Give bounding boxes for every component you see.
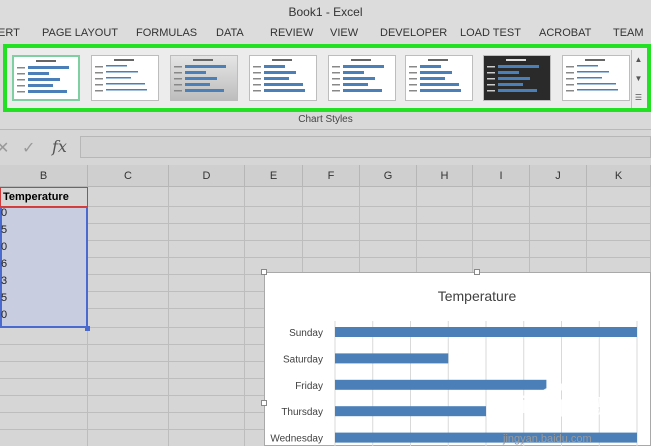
chart-style-preview-icon bbox=[566, 59, 618, 92]
chart-category-label: Saturday bbox=[283, 354, 323, 365]
tab-acrobat[interactable]: ACROBAT bbox=[539, 27, 591, 39]
column-header-k[interactable]: K bbox=[587, 165, 651, 187]
chart-resize-handle[interactable] bbox=[261, 400, 267, 406]
column-header-h[interactable]: H bbox=[417, 165, 473, 187]
chart-style-7[interactable] bbox=[483, 55, 551, 101]
chart-style-preview-icon bbox=[95, 59, 147, 92]
formula-bar: ✕ ✓ fx bbox=[0, 131, 651, 165]
watermark-url: jingyan.baidu.com bbox=[502, 433, 592, 445]
chart-style-preview-icon bbox=[17, 60, 69, 93]
chart-style-2[interactable] bbox=[91, 55, 159, 101]
watermark-brand-cn: 经验 bbox=[573, 394, 613, 418]
chart-styles-label: Chart Styles bbox=[298, 114, 353, 125]
column-header-e[interactable]: E bbox=[245, 165, 303, 187]
chart-style-preview-icon bbox=[253, 59, 305, 92]
chart-styles-gallery: ▲ ▼ ☰ bbox=[3, 44, 651, 112]
tab-formulas[interactable]: FORMULAS bbox=[136, 27, 197, 39]
baidu-watermark-icon: Baidu 经验 jingyan.baidu.com bbox=[489, 382, 613, 445]
scroll-down-icon[interactable]: ▼ bbox=[632, 69, 645, 88]
watermark-brand: Baidu bbox=[489, 392, 556, 419]
column-header-i[interactable]: I bbox=[473, 165, 530, 187]
tab-data[interactable]: DATA bbox=[216, 27, 244, 39]
column-header-g[interactable]: G bbox=[360, 165, 417, 187]
insert-function-icon[interactable]: fx bbox=[52, 137, 67, 156]
chart-style-preview-icon bbox=[409, 59, 461, 92]
tab-view[interactable]: VIEW bbox=[330, 27, 358, 39]
tab-page-layout[interactable]: PAGE LAYOUT bbox=[42, 27, 118, 39]
chart-style-4[interactable] bbox=[249, 55, 317, 101]
grid-row-line bbox=[0, 257, 651, 258]
column-header-j[interactable]: J bbox=[530, 165, 587, 187]
cancel-icon[interactable]: ✕ bbox=[0, 138, 9, 158]
fill-handle[interactable] bbox=[85, 326, 90, 331]
excel-window: Book1 - Excel ERT PAGE LAYOUT FORMULAS D… bbox=[0, 0, 651, 446]
chart-style-1[interactable] bbox=[12, 55, 80, 101]
tab-review[interactable]: REVIEW bbox=[270, 27, 313, 39]
chart-bar[interactable] bbox=[335, 327, 637, 337]
chart-category-label: Sunday bbox=[289, 328, 323, 339]
tab-load-test[interactable]: LOAD TEST bbox=[460, 27, 521, 39]
chart-resize-handle[interactable] bbox=[474, 269, 480, 275]
grid-row-line bbox=[0, 206, 651, 207]
enter-icon[interactable]: ✓ bbox=[22, 138, 35, 158]
column-header-b[interactable]: B bbox=[0, 165, 88, 187]
chart-category-label: Wednesday bbox=[270, 434, 323, 445]
chart-style-6[interactable] bbox=[405, 55, 473, 101]
column-header-c[interactable]: C bbox=[88, 165, 169, 187]
scroll-up-icon[interactable]: ▲ bbox=[632, 50, 645, 69]
chart-style-preview-icon bbox=[174, 59, 226, 92]
window-title: Book1 - Excel bbox=[0, 0, 651, 24]
chart-style-preview-icon bbox=[332, 59, 384, 92]
chart-bar[interactable] bbox=[335, 406, 486, 417]
grid-row-line bbox=[0, 240, 651, 241]
gallery-more-icon[interactable]: ☰ bbox=[632, 88, 645, 107]
chart-category-label: Thursday bbox=[281, 407, 323, 418]
chart-style-preview-icon bbox=[487, 59, 539, 92]
gallery-scroll: ▲ ▼ ☰ bbox=[631, 50, 645, 108]
chart-style-8[interactable] bbox=[562, 55, 630, 101]
tab-developer[interactable]: DEVELOPER bbox=[380, 27, 447, 39]
ribbon-tabs: ERT PAGE LAYOUT FORMULAS DATA REVIEW VIE… bbox=[0, 24, 651, 44]
column-header-d[interactable]: D bbox=[169, 165, 245, 187]
grid-column bbox=[88, 187, 169, 446]
grid-column bbox=[169, 187, 245, 446]
chart-category-label: Friday bbox=[295, 381, 323, 392]
chart-bar[interactable] bbox=[335, 353, 449, 364]
tab-team[interactable]: TEAM bbox=[613, 27, 644, 39]
chart-title: Temperature bbox=[438, 288, 517, 304]
chart-resize-handle[interactable] bbox=[261, 269, 267, 275]
column-header-f[interactable]: F bbox=[303, 165, 360, 187]
cell-b8[interactable]: 0 bbox=[0, 305, 88, 326]
chart-style-5[interactable] bbox=[328, 55, 396, 101]
chart-style-3[interactable] bbox=[170, 55, 238, 101]
formula-input[interactable] bbox=[80, 136, 651, 158]
tab-insert[interactable]: ERT bbox=[0, 27, 20, 39]
grid-row-line bbox=[0, 223, 651, 224]
chart-styles-ribbon: ▲ ▼ ☰ Chart Styles bbox=[0, 44, 651, 130]
